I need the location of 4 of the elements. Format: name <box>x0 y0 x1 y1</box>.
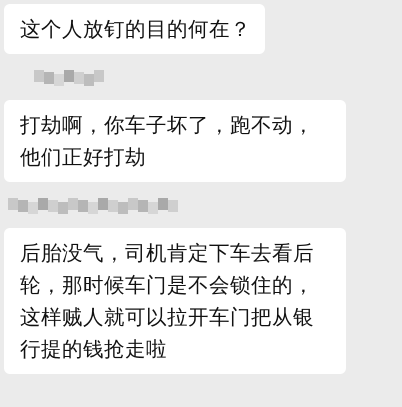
message-bubble: 打劫啊，你车子坏了，跑不动，他们正好打劫 <box>4 100 346 182</box>
blurred-name-drawing <box>34 68 104 86</box>
message-bubble: 后胎没气，司机肯定下车去看后轮，那时候车门是不会锁住的，这样贼人就可以拉开车门把从银行提的钱抢走啦 <box>4 228 346 374</box>
message-bubble: 这个人放钉的目的何在？ <box>4 4 265 54</box>
